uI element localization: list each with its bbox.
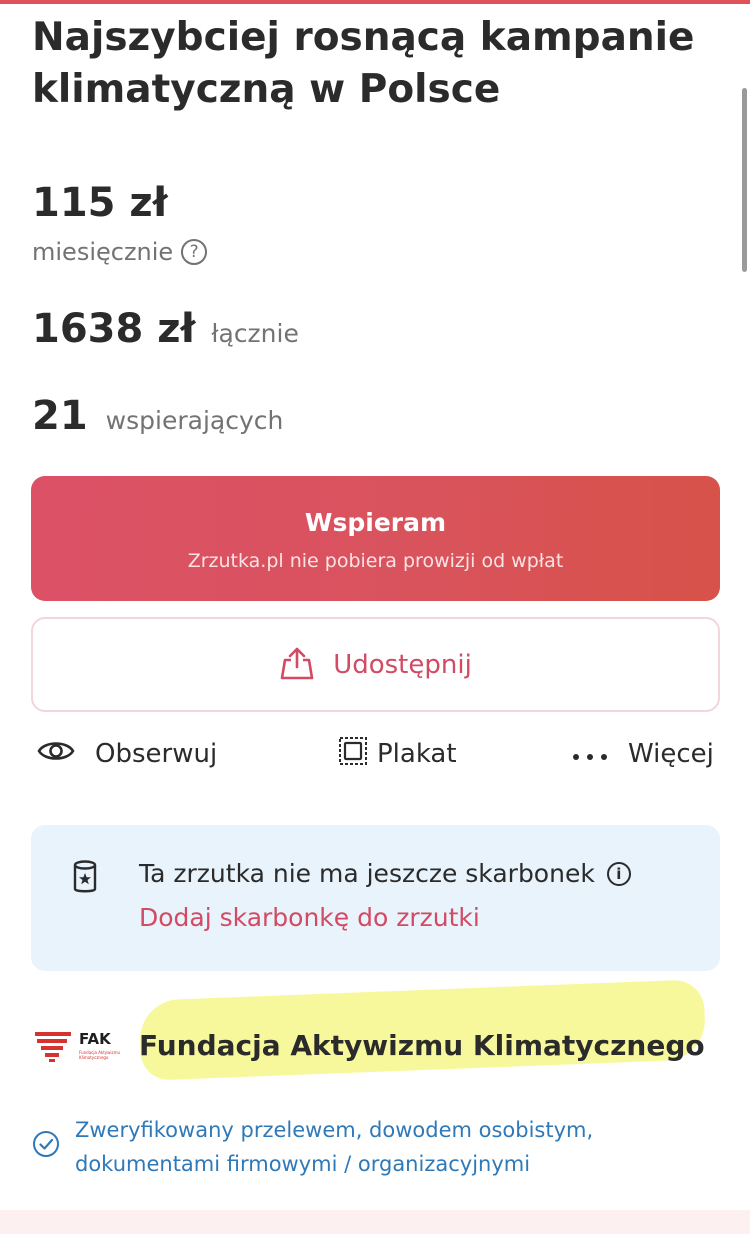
- piggy-bank-message: Ta zrzutka nie ma jeszcze skarbonek: [139, 859, 595, 888]
- help-icon[interactable]: ?: [181, 239, 208, 265]
- observe-button[interactable]: Obserwuj: [37, 732, 217, 776]
- poster-icon: [337, 735, 369, 774]
- piggy-bank-info-box: Ta zrzutka nie ma jeszcze skarbonek i Do…: [31, 825, 720, 971]
- share-button-label: Udostępnij: [333, 649, 472, 680]
- organizer-name[interactable]: Fundacja Aktywizmu Klimatycznego: [139, 1029, 705, 1062]
- total-row: 1638 zł łącznie: [32, 306, 299, 352]
- more-button[interactable]: Więcej: [570, 732, 714, 776]
- verification-text: Zweryfikowany przelewem, dowodem osobist…: [75, 1118, 594, 1176]
- top-accent-bar: [0, 0, 750, 4]
- supporters-row: 21 wspierających: [32, 393, 283, 439]
- supporters-count: 21: [32, 393, 88, 439]
- verified-check-icon: [32, 1130, 60, 1162]
- support-button-sublabel: Zrzutka.pl nie pobiera prowizji od wpłat: [187, 550, 564, 572]
- campaign-title: Najszybciej rosnącą kampanie klimatyczną…: [32, 15, 695, 112]
- organizer-logo-text: FAK: [79, 1030, 111, 1048]
- share-button[interactable]: Udostępnij: [31, 617, 720, 712]
- piggy-bank-message-row: Ta zrzutka nie ma jeszcze skarbonek i: [139, 859, 631, 888]
- add-piggy-bank-link[interactable]: Dodaj skarbonkę do zrzutki: [139, 903, 480, 932]
- total-amount: 1638 zł: [32, 306, 196, 352]
- bottom-section-edge: [0, 1210, 750, 1234]
- info-icon[interactable]: i: [606, 861, 631, 886]
- monthly-label: miesięcznie: [32, 238, 174, 266]
- monthly-amount: 115 zł: [32, 180, 168, 226]
- total-label: łącznie: [211, 319, 299, 348]
- monthly-label-row: miesięcznie ?: [32, 238, 208, 266]
- more-label: Więcej: [628, 739, 714, 769]
- poster-label: Plakat: [377, 739, 457, 769]
- supporters-label: wspierających: [105, 406, 284, 435]
- organizer-logo-subtext: Fundacja Aktywizmu Klimatycznego: [79, 1050, 121, 1060]
- eye-icon: [37, 738, 75, 771]
- organizer-logo[interactable]: FAK Fundacja Aktywizmu Klimatycznego: [33, 1028, 123, 1068]
- share-icon: [279, 645, 315, 685]
- more-dots-icon: [570, 739, 610, 769]
- poster-button[interactable]: Plakat: [337, 732, 457, 776]
- observe-label: Obserwuj: [95, 739, 218, 769]
- piggy-bank-icon: [72, 859, 98, 899]
- support-button[interactable]: Wspieram Zrzutka.pl nie pobiera prowizji…: [31, 476, 720, 601]
- scrollbar[interactable]: [742, 88, 747, 272]
- support-button-label: Wspieram: [304, 508, 447, 537]
